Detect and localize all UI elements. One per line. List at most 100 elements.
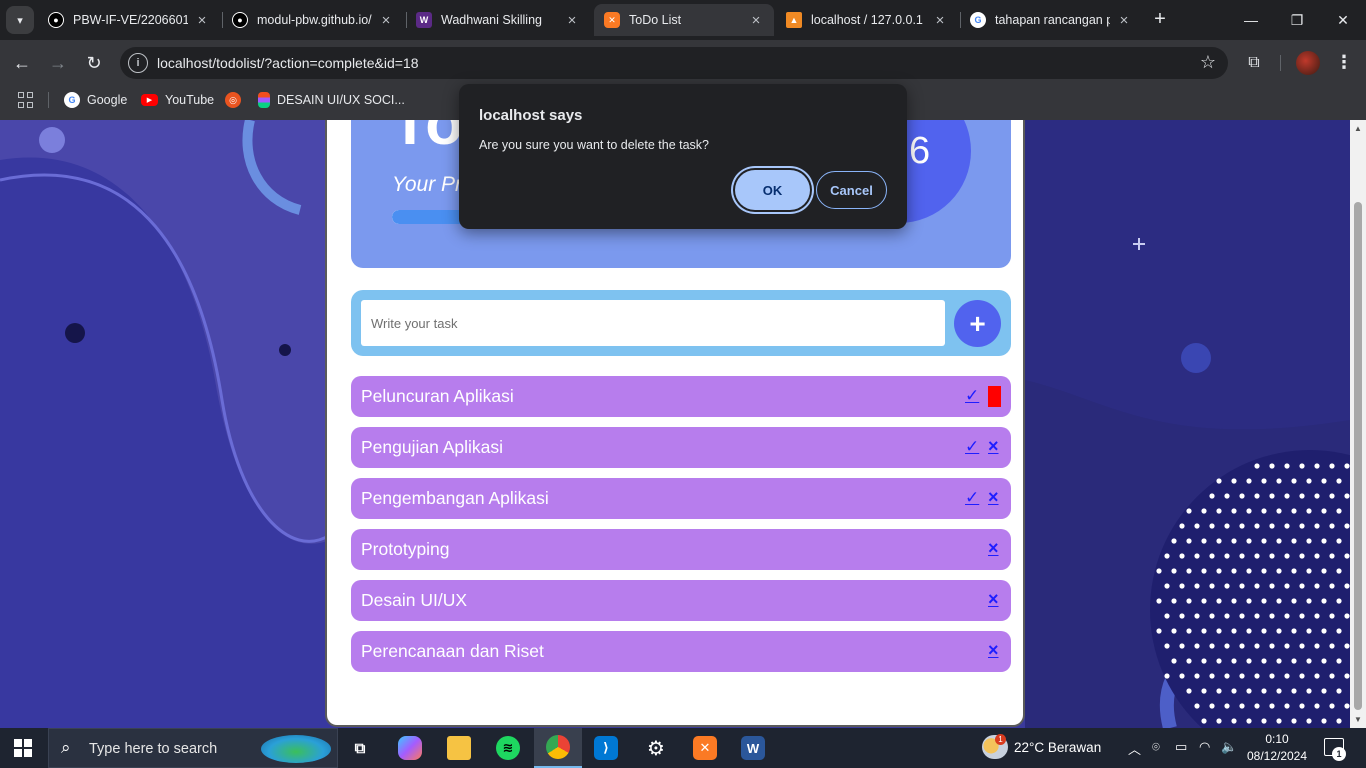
tab-modul-pbw[interactable]: ● modul-pbw.github.io/ ×: [222, 4, 404, 36]
add-task-button[interactable]: +: [954, 300, 1001, 347]
window-close-button[interactable]: ✕: [1320, 0, 1366, 40]
complete-task-link[interactable]: ✓: [965, 386, 979, 406]
scrollbar-thumb[interactable]: [1354, 202, 1362, 710]
battery-icon[interactable]: ▭: [1175, 739, 1187, 755]
task-input[interactable]: [361, 300, 945, 346]
back-button[interactable]: ←: [8, 49, 36, 77]
google-icon: G: [64, 92, 80, 108]
reload-button[interactable]: ↻: [80, 49, 108, 77]
vscode-button[interactable]: ⟩: [582, 728, 630, 768]
dialog-message: Are you sure you want to delete the task…: [479, 138, 709, 152]
scroll-up-arrow-icon[interactable]: ▲: [1354, 124, 1362, 133]
task-item: Pengujian Aplikasi ✓ ×: [351, 427, 1011, 468]
task-item: Perencanaan dan Riset ×: [351, 631, 1011, 672]
delete-task-link[interactable]: ×: [988, 589, 999, 610]
close-icon[interactable]: ×: [1116, 12, 1132, 29]
close-icon[interactable]: ×: [564, 12, 580, 29]
system-clock[interactable]: 0:10 08/12/2024: [1244, 731, 1310, 765]
tab-phpmyadmin[interactable]: ▲ localhost / 127.0.0.1 / ×: [776, 4, 958, 36]
tab-title: ToDo List: [629, 13, 682, 27]
spotify-icon: ≋: [496, 736, 520, 760]
confirm-dialog: localhost says Are you sure you want to …: [459, 84, 907, 229]
bookmark-figma[interactable]: DESAIN UI/UX SOCI...: [258, 91, 405, 109]
phpmyadmin-icon: ▲: [786, 12, 802, 28]
chrome-button[interactable]: [534, 728, 582, 768]
ok-button[interactable]: OK: [735, 170, 810, 210]
tab-pbw-repo[interactable]: ● PBW-IF-VE/22066012 ×: [38, 4, 220, 36]
page-subtitle: Your Pr: [392, 173, 463, 196]
task-view-button[interactable]: ⧉: [336, 728, 384, 768]
bookmark-ubuntu[interactable]: ◎: [225, 91, 248, 109]
folder-icon: [447, 736, 471, 760]
xampp-icon: ✕: [693, 736, 717, 760]
new-tab-button[interactable]: +: [1148, 8, 1172, 32]
page-scrollbar[interactable]: ▲ ▼: [1350, 120, 1366, 728]
vscode-icon: ⟩: [594, 736, 618, 760]
apps-grid-icon[interactable]: [18, 92, 34, 108]
copilot-button[interactable]: [386, 728, 434, 768]
chrome-icon: [546, 735, 570, 759]
meet-now-icon[interactable]: ⌾: [1152, 739, 1160, 755]
task-name: Pengujian Aplikasi: [361, 437, 504, 457]
delete-task-link[interactable]: ×: [988, 640, 999, 661]
task-input-bar: +: [351, 290, 1011, 356]
close-icon[interactable]: ×: [748, 12, 764, 29]
tray-chevron-icon[interactable]: ︿: [1128, 739, 1141, 758]
weather-badge: 1: [995, 734, 1006, 745]
tab-todo-list[interactable]: ✕ ToDo List ×: [594, 4, 774, 36]
weather-text[interactable]: 22°C Berawan: [1014, 740, 1101, 755]
address-url[interactable]: localhost/todolist/?action=complete&id=1…: [157, 55, 419, 71]
forward-button[interactable]: →: [44, 49, 72, 77]
search-icon: ⌕: [61, 738, 71, 757]
tab-title: localhost / 127.0.0.1 /: [811, 13, 926, 27]
taskbar-search-box[interactable]: ⌕ Type here to search: [48, 728, 338, 768]
spotify-button[interactable]: ≋: [484, 728, 532, 768]
close-icon[interactable]: ×: [378, 12, 394, 29]
tab-search-button[interactable]: ▾: [6, 6, 34, 34]
browser-menu-icon[interactable]: ⋮: [1332, 51, 1356, 75]
delete-task-link[interactable]: ×: [988, 538, 999, 559]
google-icon: G: [970, 12, 986, 28]
bookmark-label: DESAIN UI/UX SOCI...: [277, 93, 405, 107]
profile-avatar[interactable]: [1296, 51, 1320, 75]
file-explorer-button[interactable]: [435, 728, 483, 768]
settings-button[interactable]: ⚙: [632, 728, 680, 768]
bookmarks-divider: [48, 92, 49, 108]
word-button[interactable]: W: [729, 728, 777, 768]
restore-button[interactable]: ❐: [1274, 0, 1320, 40]
bookmark-label: YouTube: [165, 93, 215, 107]
dot-pattern: [1150, 450, 1350, 728]
bookmark-google[interactable]: G Google: [64, 91, 127, 109]
tab-title: modul-pbw.github.io/: [257, 13, 372, 27]
wifi-icon[interactable]: ◠: [1199, 739, 1210, 755]
cancel-button[interactable]: Cancel: [816, 171, 887, 209]
site-info-icon[interactable]: i: [128, 53, 148, 73]
task-counter: 6: [909, 130, 931, 172]
complete-task-link[interactable]: ✓: [965, 437, 979, 457]
delete-task-link[interactable]: ×: [988, 487, 999, 508]
bookmark-youtube[interactable]: ▶ YouTube: [141, 91, 214, 109]
minimize-button[interactable]: —: [1228, 0, 1274, 40]
tab-google-search[interactable]: G tahapan rancangan p ×: [960, 4, 1142, 36]
task-item: Prototyping ×: [351, 529, 1011, 570]
delete-task-link[interactable]: [988, 386, 1001, 407]
task-name: Pengembangan Aplikasi: [361, 488, 549, 508]
tab-strip: ▾ ● PBW-IF-VE/22066012 × ● modul-pbw.git…: [0, 0, 1366, 40]
volume-icon[interactable]: 🔈: [1221, 739, 1237, 755]
windows-start-icon[interactable]: [14, 739, 32, 757]
close-icon[interactable]: ×: [194, 12, 210, 29]
bookmark-star-icon[interactable]: ☆: [1200, 52, 1216, 73]
search-highlight-image: [261, 735, 331, 763]
github-icon: ●: [48, 12, 64, 28]
extensions-icon[interactable]: ⧉: [1243, 52, 1265, 74]
xampp-button[interactable]: ✕: [681, 728, 729, 768]
delete-task-link[interactable]: ×: [988, 436, 999, 457]
scroll-down-arrow-icon[interactable]: ▼: [1354, 715, 1362, 724]
close-icon[interactable]: ×: [932, 12, 948, 29]
clock-time: 0:10: [1265, 732, 1289, 746]
task-item: Pengembangan Aplikasi ✓ ×: [351, 478, 1011, 519]
tab-wadhwani[interactable]: W Wadhwani Skilling ×: [406, 4, 590, 36]
word-icon: W: [741, 736, 765, 760]
complete-task-link[interactable]: ✓: [965, 488, 979, 508]
address-bar[interactable]: i localhost/todolist/?action=complete&id…: [120, 47, 1228, 79]
